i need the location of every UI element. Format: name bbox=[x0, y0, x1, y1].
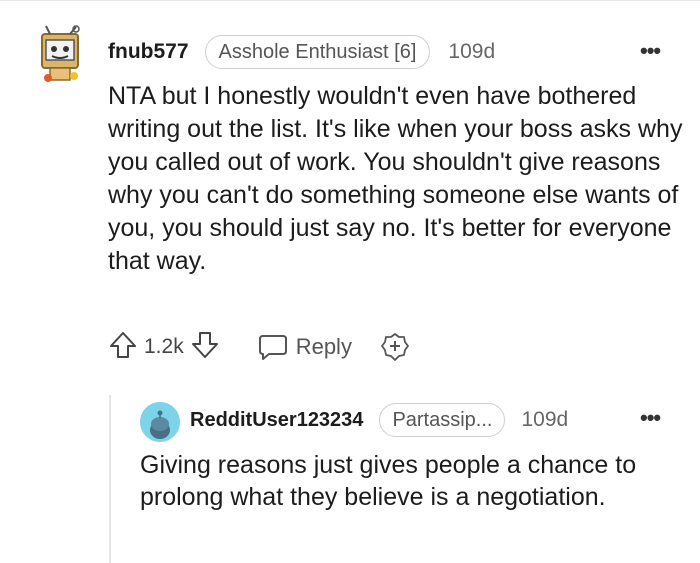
avatar[interactable] bbox=[36, 24, 86, 84]
downvote-button[interactable] bbox=[190, 330, 220, 365]
award-icon bbox=[381, 333, 409, 361]
timestamp: 109d bbox=[448, 40, 496, 63]
more-options-button[interactable]: ••• bbox=[640, 38, 661, 64]
top-divider bbox=[0, 0, 700, 1]
avatar-icon bbox=[41, 25, 80, 82]
username[interactable]: fnub577 bbox=[108, 40, 189, 64]
vote-score: 1.2k bbox=[144, 335, 184, 358]
comment-body: NTA but I honestly wouldn't even have bo… bbox=[108, 82, 683, 275]
reply-more-options-button[interactable]: ••• bbox=[640, 405, 661, 431]
reply-header: RedditUser123234 Partassip... 109d bbox=[190, 402, 568, 438]
reply-username[interactable]: RedditUser123234 bbox=[190, 409, 363, 432]
reply-body: Giving reasons just gives people a chanc… bbox=[140, 451, 637, 511]
comment-actions: 1.2k Reply bbox=[108, 330, 410, 364]
award-button[interactable] bbox=[380, 332, 410, 362]
reply-icon bbox=[258, 335, 287, 360]
user-flair: Asshole Enthusiast [6] bbox=[204, 35, 431, 69]
reply-avatar[interactable] bbox=[140, 402, 180, 442]
reply-button[interactable]: Reply bbox=[258, 333, 352, 361]
downvote-icon bbox=[191, 331, 218, 358]
reply-user-flair: Partassip... bbox=[379, 403, 506, 437]
upvote-icon bbox=[110, 331, 136, 358]
comment-header: fnub577 Asshole Enthusiast [6] 109d bbox=[108, 34, 495, 70]
reply-timestamp: 109d bbox=[521, 408, 569, 431]
upvote-button[interactable] bbox=[108, 330, 138, 365]
snoo-avatar-icon bbox=[140, 402, 180, 442]
thread-line[interactable] bbox=[109, 395, 111, 563]
reply-label: Reply bbox=[295, 334, 352, 359]
